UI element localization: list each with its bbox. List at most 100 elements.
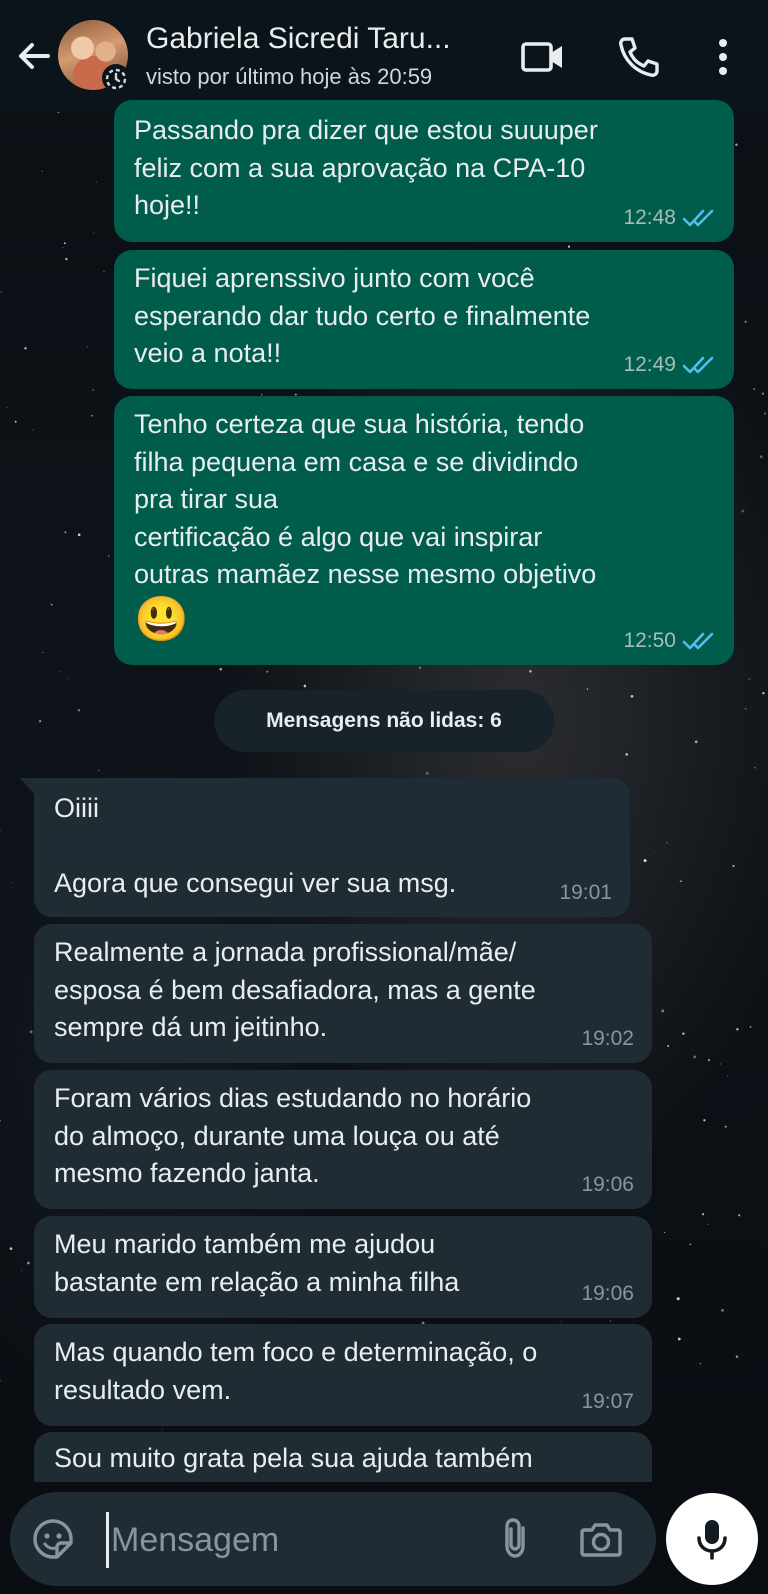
star [567, 245, 571, 248]
outgoing-message[interactable]: Tenho certeza que sua história, tendo fi… [114, 396, 734, 665]
star [219, 668, 223, 671]
star [77, 533, 81, 537]
message-text: Foram vários dias estudando no horário d… [54, 1083, 532, 1188]
star [161, 1429, 163, 1431]
read-receipt-icon [682, 356, 714, 374]
star [720, 1063, 722, 1065]
sticker-icon[interactable] [30, 1516, 76, 1562]
more-options-icon[interactable] [700, 34, 746, 80]
contact-avatar-area[interactable] [58, 20, 130, 92]
attach-icon[interactable] [492, 1516, 538, 1562]
outgoing-message[interactable]: Fiquei aprenssivo junto com você esperan… [114, 250, 734, 389]
star [107, 554, 110, 557]
star [630, 695, 634, 698]
message-time: 12:50 [623, 629, 676, 652]
star [65, 257, 68, 261]
star [764, 412, 767, 415]
incoming-message[interactable]: Foram vários dias estudando no horário d… [34, 1070, 652, 1209]
star [0, 1379, 1, 1382]
star [761, 392, 765, 395]
star [661, 1009, 665, 1013]
star [625, 753, 628, 756]
message-time: 19:02 [581, 1027, 634, 1050]
star [425, 771, 429, 775]
message-meta: 19:06 [581, 1282, 634, 1306]
star [86, 346, 89, 348]
message-time: 19:06 [581, 1282, 634, 1305]
message-meta: 19:06 [581, 1173, 634, 1197]
star [29, 1030, 33, 1034]
star [724, 1125, 727, 1128]
incoming-message[interactable]: Sou muito grata pela sua ajuda também [34, 1432, 652, 1482]
star [741, 509, 745, 513]
star [643, 859, 647, 863]
star [666, 842, 668, 844]
message-text: Sou muito grata pela sua ajuda também [54, 1443, 533, 1473]
star [0, 1119, 2, 1122]
star [689, 1243, 692, 1246]
voice-record-button[interactable] [666, 1493, 758, 1585]
star [664, 1231, 666, 1234]
message-meta: 19:02 [581, 1027, 634, 1051]
star [735, 143, 738, 147]
star [92, 389, 95, 391]
read-receipt-icon [682, 632, 714, 650]
message-text: Fiquei aprenssivo junto com você esperan… [134, 263, 591, 368]
message-time: 19:07 [581, 1390, 634, 1413]
message-text: Realmente a jornada profissional/mãe/ es… [54, 937, 536, 1042]
outgoing-message[interactable]: Passando pra dizer que estou suuuper fel… [114, 100, 734, 242]
star [586, 688, 589, 690]
star [41, 170, 43, 172]
star [91, 415, 93, 417]
incoming-message[interactable]: Meu marido também me ajudou bastante em … [34, 1216, 652, 1318]
star [609, 1320, 611, 1322]
star [676, 1297, 680, 1301]
star [303, 684, 307, 688]
star [529, 670, 532, 673]
incoming-message[interactable]: Mas quando tem foco e determinação, o re… [34, 1324, 652, 1426]
star [744, 707, 747, 710]
star [677, 1337, 681, 1341]
contact-name[interactable]: Gabriela Sicredi Taru... [146, 22, 496, 56]
star [682, 1032, 685, 1035]
star [63, 242, 66, 245]
star [735, 1355, 739, 1358]
message-time: 19:01 [559, 881, 612, 904]
star [24, 347, 27, 350]
star [42, 651, 44, 653]
star [67, 678, 69, 680]
star [699, 1362, 702, 1365]
star [738, 1214, 741, 1217]
star [754, 767, 756, 769]
star [694, 740, 698, 744]
camera-icon[interactable] [578, 1516, 624, 1562]
back-arrow-icon[interactable] [14, 36, 54, 76]
star [6, 407, 8, 409]
message-input[interactable] [106, 1512, 493, 1568]
chat-header: Gabriela Sicredi Taru... visto por últim… [0, 0, 768, 112]
message-meta: 12:48 [623, 206, 716, 230]
smiley-emoji: 😃 [134, 595, 189, 644]
incoming-message[interactable]: Realmente a jornada profissional/mãe/ es… [34, 924, 652, 1063]
star [10, 882, 12, 884]
star [93, 232, 95, 234]
star [749, 1026, 752, 1028]
star [351, 247, 353, 249]
star [95, 181, 97, 183]
star [21, 1269, 23, 1271]
star [64, 531, 67, 534]
microphone-icon [697, 1520, 727, 1560]
star [762, 692, 765, 695]
last-seen-status: visto por último hoje às 20:59 [146, 64, 433, 89]
video-call-icon[interactable] [520, 34, 566, 80]
incoming-message[interactable]: Oiiii Agora que consegui ver sua msg. 19… [20, 778, 630, 917]
star [50, 603, 53, 606]
star [61, 258, 63, 260]
star [693, 1055, 697, 1059]
star [744, 320, 747, 323]
voice-call-icon[interactable] [616, 34, 662, 80]
unread-messages-banner: Mensagens não lidas: 6 [214, 690, 554, 752]
disappearing-timer-icon [102, 64, 130, 92]
bubble-tail [20, 778, 36, 796]
message-text: Oiiii Agora que consegui ver sua msg. [54, 793, 457, 898]
